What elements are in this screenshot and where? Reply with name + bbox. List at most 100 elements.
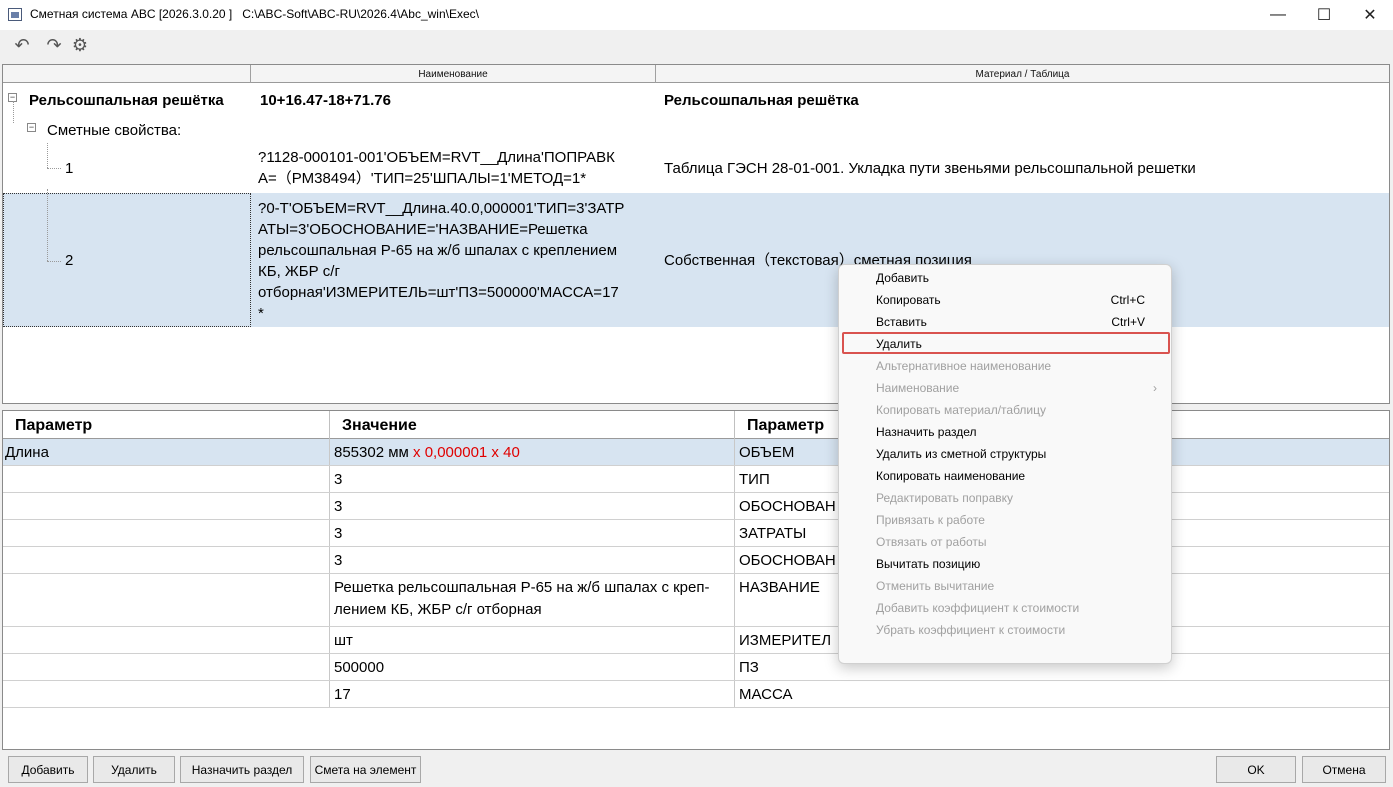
tree-header-name[interactable]: Наименование <box>251 65 656 83</box>
menu-item-copy-material: Копировать материал/таблицу <box>843 399 1169 421</box>
param-cell <box>3 627 330 653</box>
menu-item-label: Альтернативное наименование <box>876 359 1052 373</box>
table-row[interactable]: Решетка рельсошпальная Р-65 на ж/б шпала… <box>3 574 1389 627</box>
estimate-for-element-button[interactable]: Смета на элемент <box>310 756 421 783</box>
menu-item-label: Добавить <box>876 271 930 285</box>
menu-item-label: Вычитать позицию <box>876 557 981 571</box>
add-button[interactable]: Добавить <box>8 756 88 783</box>
redo-icon[interactable]: ↷ <box>42 34 66 56</box>
menu-item-shortcut: Ctrl+C <box>1110 293 1145 307</box>
tree-row-item-2[interactable]: 2 ?0-Т'ОБЪЕМ=RVT__Длина.40.0,000001'ТИП=… <box>3 189 1389 327</box>
tree-item-2-name-line5: отборная'ИЗМЕРИТЕЛЬ=шт'ПЗ=500000'МАССА=1… <box>258 284 619 301</box>
tree-item-2-name-line2: АТЫ=3'ОБОСНОВАНИЕ='НАЗВАНИЕ=Решетка <box>258 221 588 238</box>
maximize-button[interactable]: ☐ <box>1301 0 1347 30</box>
table-row[interactable]: 3 ТИП <box>3 466 1389 493</box>
menu-item-edit-correction: Редактировать поправку <box>843 487 1169 509</box>
menu-item-label: Добавить коэффициент к стоимости <box>876 601 1080 615</box>
value-cell: 3 <box>330 493 735 519</box>
parameter-grid[interactable]: Параметр Значение Параметр Длина 855302 … <box>2 410 1390 750</box>
value-cell: 3 <box>330 520 735 546</box>
tree-item-1-name-line2: А=（РМ38494）'ТИП=25'ШПАЛЫ=1'МЕТОД=1* <box>258 170 587 187</box>
undo-icon[interactable]: ↶ <box>10 34 34 56</box>
menu-item-paste[interactable]: Вставить Ctrl+V <box>843 311 1169 333</box>
value-cell: 855302 мм x 0,000001 x 40 <box>330 439 735 465</box>
menu-item-label: Привязать к работе <box>876 513 985 527</box>
menu-item-copy[interactable]: Копировать Ctrl+C <box>843 289 1169 311</box>
close-button[interactable]: ✕ <box>1347 0 1393 30</box>
param-cell <box>3 466 330 492</box>
menu-item-label: Удалить из сметной структуры <box>876 447 1047 461</box>
tree-root-material: Рельсошпальная решётка <box>664 92 859 109</box>
menu-item-link-work: Привязать к работе <box>843 509 1169 531</box>
menu-item-assign-section[interactable]: Назначить раздел <box>843 421 1169 443</box>
menu-item-remove-coefficient: Убрать коэффициент к стоимости <box>843 619 1169 641</box>
menu-item-label: Наименование <box>876 381 960 395</box>
value-cell: Решетка рельсошпальная Р-65 на ж/б шпала… <box>330 574 735 626</box>
cancel-button[interactable]: Отмена <box>1302 756 1386 783</box>
menu-item-remove-from-structure[interactable]: Удалить из сметной структуры <box>843 443 1169 465</box>
param-header-param[interactable]: Параметр <box>3 411 330 439</box>
tree-item-2-name-line3: рельсошпальная Р-65 на ж/б шпалах с креп… <box>258 242 618 259</box>
delete-button[interactable]: Удалить <box>93 756 175 783</box>
table-row[interactable]: 500000 ПЗ <box>3 654 1389 681</box>
value-cell: 3 <box>330 466 735 492</box>
tree-item-1-name-line1: ?1128-000101-001'ОБЪЕМ=RVT__Длина'ПОПРАВ… <box>258 149 615 166</box>
tree-item-1-material: Таблица ГЭСН 28-01-001. Укладка пути зве… <box>664 160 1196 177</box>
app-icon <box>8 8 22 21</box>
param2-cell: МАССА <box>739 686 793 703</box>
param-cell <box>3 574 330 626</box>
param-cell <box>3 547 330 573</box>
param-header: Параметр Значение Параметр <box>3 411 1389 439</box>
menu-item-label: Копировать <box>876 293 941 307</box>
collapse-props-icon[interactable]: − <box>27 123 36 132</box>
param-cell <box>3 520 330 546</box>
menu-item-cancel-subtract: Отменить вычитание <box>843 575 1169 597</box>
minimize-button[interactable]: — <box>1255 0 1301 30</box>
tree-header-col-0[interactable] <box>3 65 251 83</box>
tree-props-label: Сметные свойства: <box>47 122 182 139</box>
table-row[interactable]: 3 ОБОСНОВАН <box>3 547 1389 574</box>
menu-item-subtract-position[interactable]: Вычитать позицию <box>843 553 1169 575</box>
value-cell: 17 <box>330 681 735 707</box>
estimate-tree-grid[interactable]: Наименование Материал / Таблица − Рельсо… <box>2 64 1390 404</box>
menu-item-label: Копировать наименование <box>876 469 1026 483</box>
window-title: Сметная система ABC [2026.3.0.20 ] C:\AB… <box>30 7 479 21</box>
menu-item-shortcut: Ctrl+V <box>1111 315 1145 329</box>
tree-line <box>47 168 61 169</box>
menu-item-delete[interactable]: Удалить <box>843 333 1169 355</box>
tree-item-1-label: 1 <box>65 160 74 177</box>
tree-line <box>47 189 48 261</box>
tree-row-item-1[interactable]: 1 ?1128-000101-001'ОБЪЕМ=RVT__Длина'ПОПР… <box>3 143 1389 193</box>
param-cell <box>3 681 330 707</box>
value-text: 855302 мм <box>334 444 409 461</box>
tree-item-2-name-line1: ?0-Т'ОБЪЕМ=RVT__Длина.40.0,000001'ТИП=3'… <box>258 200 625 217</box>
tree-header-material[interactable]: Материал / Таблица <box>656 65 1389 83</box>
menu-item-add[interactable]: Добавить <box>843 267 1169 289</box>
value-multiplier: x 0,000001 x 40 <box>413 444 520 461</box>
table-row[interactable]: 17 МАССА <box>3 681 1389 708</box>
table-row[interactable]: Длина 855302 мм x 0,000001 x 40 ОБЪЕМ <box>3 439 1389 466</box>
menu-item-label: Отменить вычитание <box>876 579 995 593</box>
menu-item-label: Отвязать от работы <box>876 535 987 549</box>
table-row[interactable]: 3 ЗАТРАТЫ <box>3 520 1389 547</box>
menu-item-copy-name[interactable]: Копировать наименование <box>843 465 1169 487</box>
context-menu: Добавить Копировать Ctrl+C Вставить Ctrl+V… <box>838 264 1172 664</box>
title-bar: Сметная система ABC [2026.3.0.20 ] C:\AB… <box>0 0 1393 30</box>
menu-item-alt-name: Альтернативное наименование <box>843 355 1169 377</box>
tree-row-root[interactable]: − Рельсошпальная решётка 10+16.47-18+71.… <box>3 87 1389 115</box>
param-cell <box>3 493 330 519</box>
menu-item-add-coefficient: Добавить коэффициент к стоимости <box>843 597 1169 619</box>
ok-button[interactable]: OK <box>1216 756 1296 783</box>
toolbar <box>0 30 1393 63</box>
assign-section-button[interactable]: Назначить раздел <box>180 756 304 783</box>
tree-root-name: 10+16.47-18+71.76 <box>260 92 391 109</box>
focus-rectangle <box>3 193 251 327</box>
tree-row-props[interactable]: − Сметные свойства: <box>3 101 1389 145</box>
tree-root-label: Рельсошпальная решётка <box>29 92 224 109</box>
menu-item-label: Вставить <box>876 315 927 329</box>
table-row[interactable]: шт ИЗМЕРИТЕЛ <box>3 627 1389 654</box>
menu-item-name: Наименование › <box>843 377 1169 399</box>
table-row[interactable]: 3 ОБОСНОВАН <box>3 493 1389 520</box>
settings-icon[interactable]: ⚙ <box>68 34 92 56</box>
param-header-value[interactable]: Значение <box>330 411 735 439</box>
